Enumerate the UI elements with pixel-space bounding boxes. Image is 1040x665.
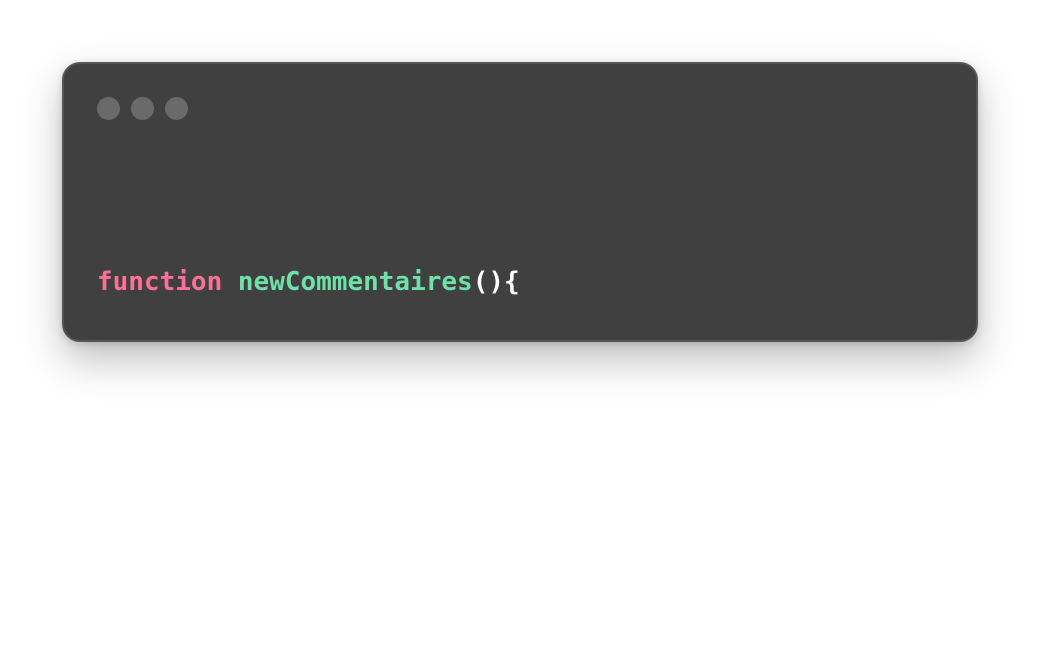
code-line-3: } bbox=[97, 537, 129, 567]
window-dot-2-icon bbox=[131, 97, 154, 120]
function-name: newCommentaires bbox=[237, 267, 473, 297]
window-dot-1-icon bbox=[97, 97, 120, 120]
code-line-2: ... bbox=[97, 402, 176, 432]
code-window: function newCommentaires(){ ... } bbox=[62, 62, 978, 567]
code-block: function newCommentaires(){ ... } bbox=[97, 170, 520, 665]
window-controls bbox=[97, 97, 188, 120]
function-signature-punctuation: (){ bbox=[472, 267, 520, 297]
window-dot-3-icon bbox=[165, 97, 188, 120]
code-line-1: function newCommentaires(){ bbox=[97, 260, 520, 305]
keyword-function: function bbox=[97, 267, 223, 297]
